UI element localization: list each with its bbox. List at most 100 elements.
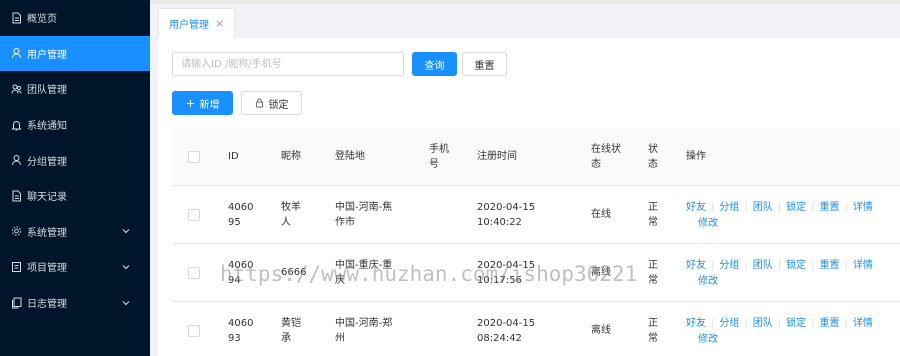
sidebar-item-6[interactable]: 系统管理 — [0, 214, 150, 250]
sidebar-item-4[interactable]: 分组管理 — [0, 142, 150, 178]
action-link-5[interactable]: 详情 — [853, 318, 873, 329]
action-link-2[interactable]: 团队 — [753, 318, 773, 329]
action-separator: | — [844, 260, 848, 271]
action-separator: | — [711, 202, 715, 213]
header-online-status: 在线状 态 — [591, 143, 621, 170]
action-link-6[interactable]: 修改 — [698, 334, 718, 345]
chevron-down-icon — [122, 227, 130, 235]
action-link-3[interactable]: 锁定 — [786, 260, 806, 271]
action-link-4[interactable]: 重置 — [820, 318, 840, 329]
action-separator: | — [744, 202, 748, 213]
action-link-1[interactable]: 分组 — [719, 318, 739, 329]
table-row: 4060 94 6666 中国-重庆-重 庆 2020-04-15 10:17:56 离… — [172, 244, 900, 302]
tab-user-management[interactable]: 用户管理 × — [158, 8, 236, 38]
sidebar-item-7[interactable]: 项目管理 — [0, 249, 150, 285]
row-checkbox[interactable] — [188, 208, 200, 221]
close-icon[interactable]: × — [215, 17, 224, 30]
sidebar-item-label: 系统通知 — [27, 121, 67, 133]
content-panel: 查询 重置 新增 锁定 ID 昵称 登陆地 手机 号 注册时间 — [158, 38, 900, 356]
search-input[interactable] — [172, 52, 404, 76]
cell-nickname: 黄铠 承 — [281, 317, 301, 344]
action-link-1[interactable]: 分组 — [719, 260, 739, 271]
action-link-0[interactable]: 好友 — [686, 318, 706, 329]
action-link-4[interactable]: 重置 — [820, 260, 840, 271]
gear-icon — [10, 225, 22, 237]
bell-icon — [10, 119, 22, 131]
sidebar-item-0[interactable]: 概览页 — [0, 0, 150, 36]
sidebar-item-label: 分组管理 — [27, 156, 67, 168]
cell-nickname: 6666 — [281, 267, 307, 278]
action-separator: | — [811, 318, 815, 329]
sidebar-item-5[interactable]: 聊天记录 — [0, 178, 150, 214]
row-actions: 好友 | 分组 | 团队 | 锁定 | 重置 | 详情 修改 — [686, 302, 886, 356]
cell-location: 中国-河南-焦 作市 — [335, 201, 393, 228]
add-button[interactable]: 新增 — [172, 91, 233, 115]
team-icon — [10, 83, 22, 95]
action-separator: | — [844, 202, 848, 213]
sidebar-item-label: 系统管理 — [27, 227, 67, 239]
header-nickname: 昵称 — [281, 151, 301, 162]
sidebar-item-3[interactable]: 系统通知 — [0, 107, 150, 143]
table-row: 4060 93 黄铠 承 中国-河南-郑 州 2020-04-15 08:24:42 离… — [172, 302, 900, 356]
action-separator: | — [777, 260, 782, 271]
table-header: ID 昵称 登陆地 手机 号 注册时间 在线状 态 状 态 操作 — [172, 128, 900, 186]
sidebar-item-label: 团队管理 — [27, 85, 67, 97]
action-link-4[interactable]: 重置 — [820, 202, 840, 213]
log-icon — [10, 297, 22, 309]
user-icon — [10, 47, 22, 59]
tab-label: 用户管理 — [169, 20, 209, 31]
action-link-5[interactable]: 详情 — [853, 260, 873, 271]
reset-button-label: 重置 — [474, 60, 495, 72]
cell-online: 离线 — [591, 325, 611, 336]
row-actions: 好友 | 分组 | 团队 | 锁定 | 重置 | 详情 修改 — [686, 244, 886, 301]
sidebar-item-2[interactable]: 团队管理 — [0, 71, 150, 107]
header-phone: 手机 号 — [429, 143, 449, 170]
action-separator: | — [744, 260, 748, 271]
project-icon — [10, 261, 22, 273]
action-link-1[interactable]: 分组 — [719, 202, 739, 213]
action-link-0[interactable]: 好友 — [686, 260, 706, 271]
chevron-down-icon — [122, 263, 130, 271]
cell-nickname: 牧羊 人 — [281, 201, 301, 228]
action-link-3[interactable]: 锁定 — [786, 318, 806, 329]
action-link-6[interactable]: 修改 — [698, 218, 718, 229]
cell-register-time: 2020-04-15 08:24:42 — [477, 317, 536, 344]
sidebar-item-label: 日志管理 — [27, 299, 67, 311]
document-icon — [10, 12, 22, 24]
cell-register-time: 2020-04-15 10:40:22 — [477, 201, 536, 228]
tab-bar: 用户管理 × — [150, 4, 900, 38]
row-checkbox[interactable] — [188, 324, 200, 337]
lock-button[interactable]: 锁定 — [241, 91, 302, 115]
action-link-3[interactable]: 锁定 — [786, 202, 806, 213]
action-separator: | — [777, 202, 782, 213]
cell-id: 4060 93 — [228, 317, 254, 344]
cell-status: 正 常 — [648, 201, 658, 228]
row-checkbox[interactable] — [188, 266, 200, 279]
action-link-0[interactable]: 好友 — [686, 202, 706, 213]
lock-button-label: 锁定 — [268, 99, 289, 111]
cell-status: 正 常 — [648, 259, 658, 286]
cell-id: 4060 94 — [228, 259, 254, 286]
reset-button[interactable]: 重置 — [462, 52, 507, 76]
query-button[interactable]: 查询 — [412, 52, 457, 76]
action-link-2[interactable]: 团队 — [753, 202, 773, 213]
cell-status: 正 常 — [648, 317, 658, 344]
cell-online: 离线 — [591, 267, 611, 278]
sidebar-item-8[interactable]: 日志管理 — [0, 285, 150, 321]
lock-icon — [255, 98, 264, 108]
action-link-2[interactable]: 团队 — [753, 260, 773, 271]
user-table: ID 昵称 登陆地 手机 号 注册时间 在线状 态 状 态 操作 4060 95… — [172, 128, 900, 356]
sidebar: 概览页 用户管理团队管理系统通知分组管理聊天记录系统管理项目管理日志管理 — [0, 0, 150, 356]
table-row: 4060 95 牧羊 人 中国-河南-焦 作市 2020-04-15 10:40:22… — [172, 186, 900, 244]
header-id: ID — [228, 151, 239, 162]
action-separator: | — [811, 202, 815, 213]
header-actions: 操作 — [686, 151, 706, 162]
sidebar-item-1[interactable]: 用户管理 — [0, 35, 150, 72]
action-link-5[interactable]: 详情 — [853, 202, 873, 213]
action-link-6[interactable]: 修改 — [698, 276, 718, 287]
sidebar-item-label: 聊天记录 — [27, 192, 67, 204]
chevron-down-icon — [122, 299, 130, 307]
add-button-label: 新增 — [199, 99, 220, 111]
select-all-checkbox[interactable] — [188, 150, 200, 163]
sidebar-item-label: 项目管理 — [27, 263, 67, 275]
